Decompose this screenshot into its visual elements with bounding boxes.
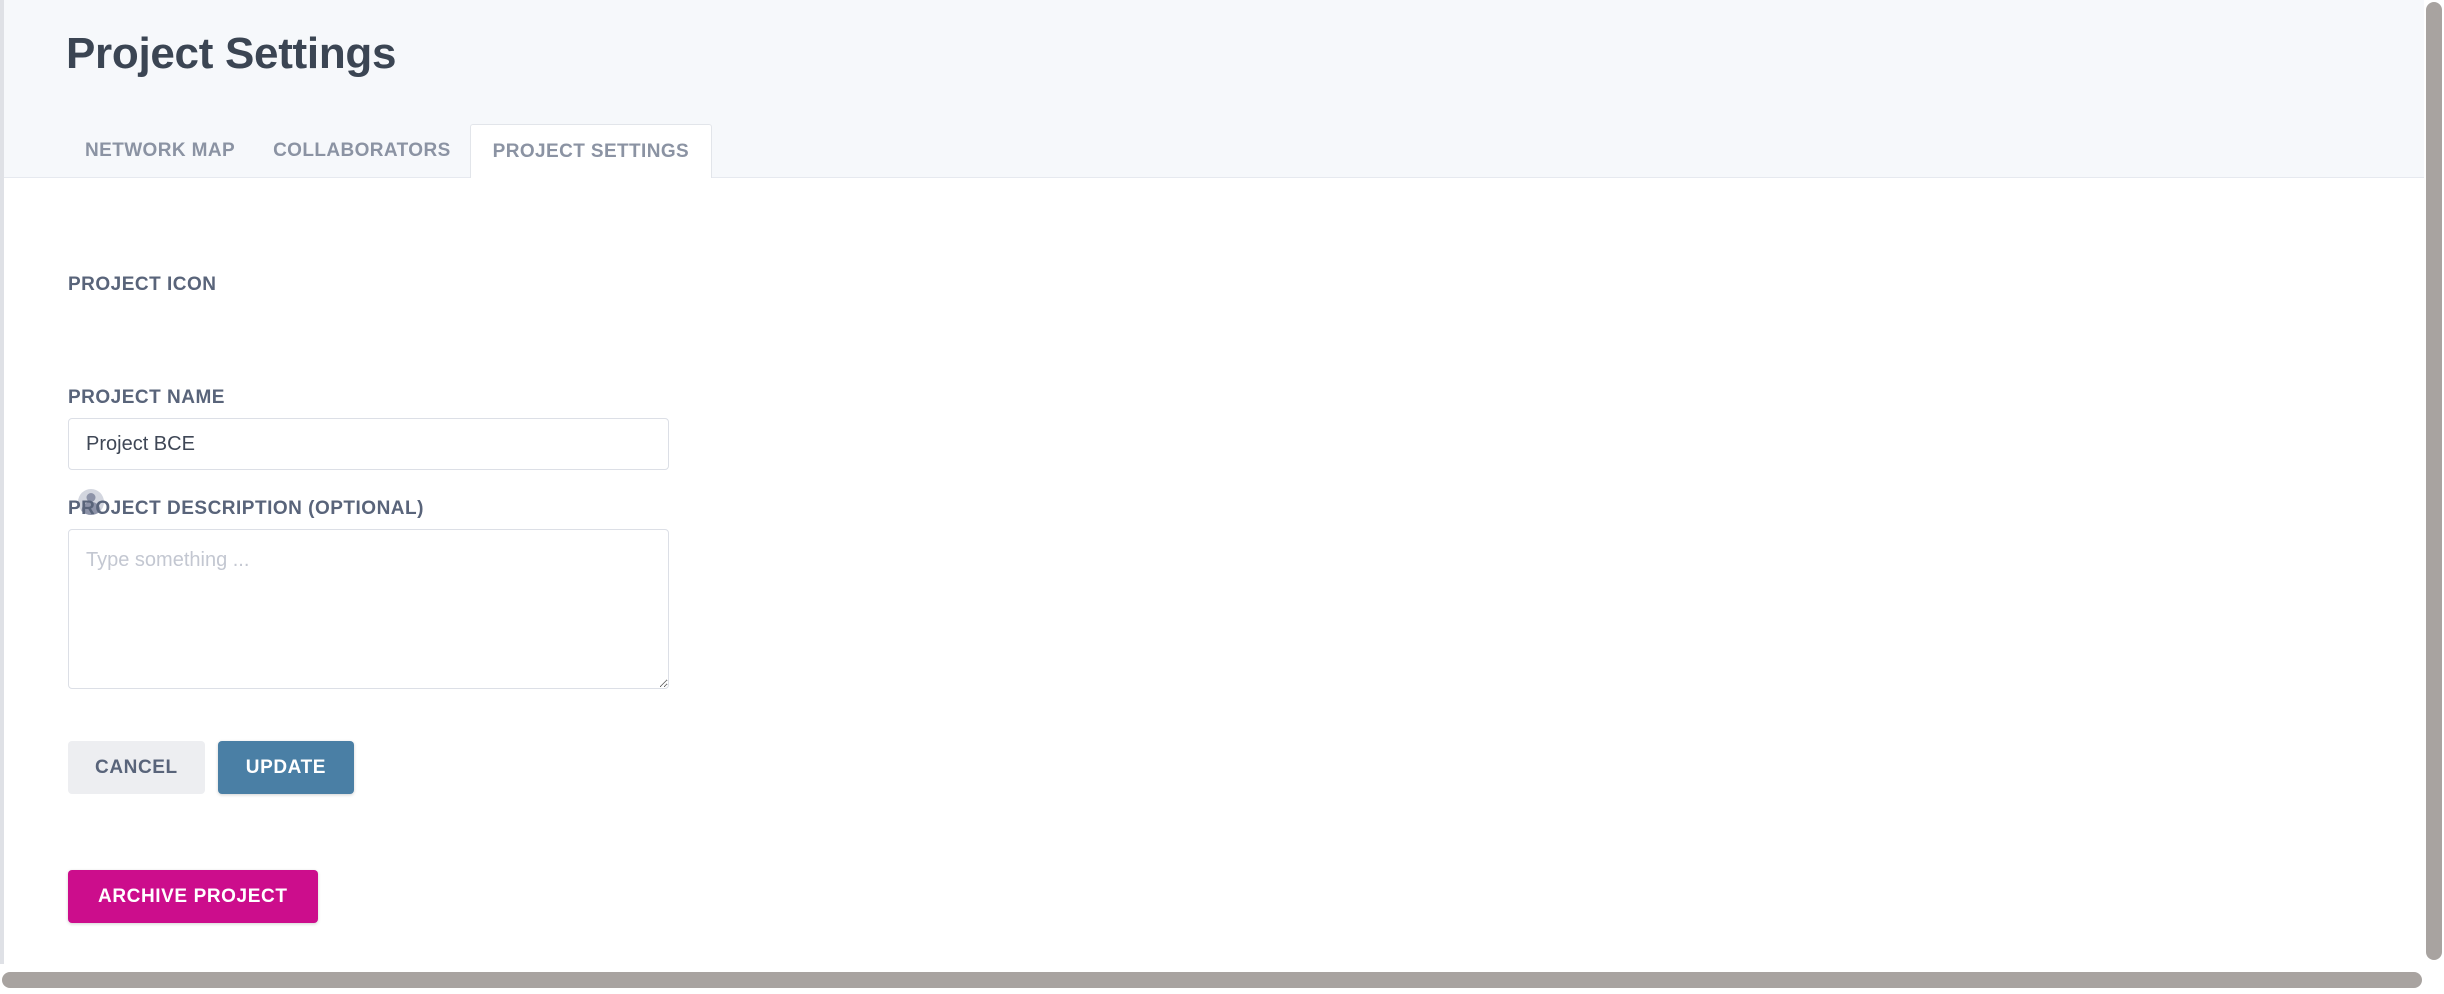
horizontal-scrollbar-thumb[interactable] [2, 972, 2422, 988]
update-button[interactable]: UPDATE [217, 741, 355, 794]
page-header: Project Settings NETWORK MAP COLLABORATO… [4, 0, 2424, 179]
cancel-button[interactable]: CANCEL [68, 741, 205, 794]
settings-form: PROJECT ICON PROJECT NAME PROJECT DESCRI… [4, 178, 2424, 964]
tab-collaborators[interactable]: COLLABORATORS [254, 124, 470, 178]
page-canvas: Project Settings NETWORK MAP COLLABORATO… [0, 0, 2424, 964]
horizontal-scrollbar[interactable] [0, 964, 2444, 994]
project-icon-label: PROJECT ICON [68, 274, 217, 295]
project-name-input[interactable] [68, 418, 669, 470]
page-title: Project Settings [66, 29, 397, 78]
browser-viewport: Project Settings NETWORK MAP COLLABORATO… [0, 0, 2444, 994]
scrollbar-corner [2424, 964, 2444, 994]
vertical-scrollbar[interactable] [2424, 0, 2444, 964]
project-description-textarea[interactable] [68, 529, 669, 689]
project-description-label: PROJECT DESCRIPTION (OPTIONAL) [68, 498, 424, 519]
vertical-scrollbar-thumb[interactable] [2426, 2, 2442, 960]
form-actions: CANCEL UPDATE [68, 741, 355, 794]
project-name-label: PROJECT NAME [68, 387, 225, 408]
tab-bar: NETWORK MAP COLLABORATORS PROJECT SETTIN… [66, 124, 713, 179]
archive-project-button[interactable]: ARCHIVE PROJECT [68, 870, 318, 923]
tab-network-map[interactable]: NETWORK MAP [66, 124, 254, 178]
tab-project-settings[interactable]: PROJECT SETTINGS [469, 124, 713, 179]
